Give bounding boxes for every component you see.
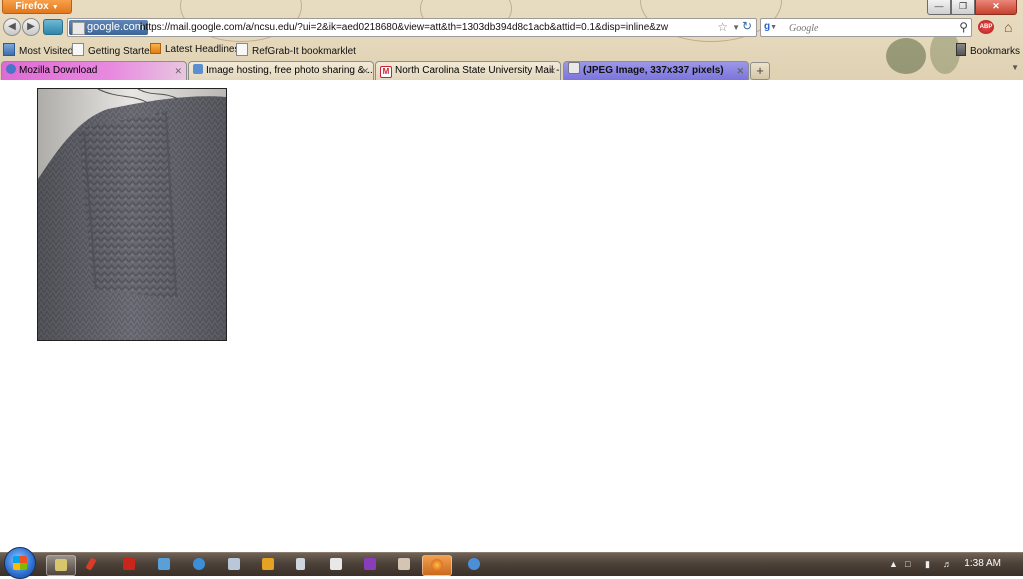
paint-icon: [398, 558, 410, 570]
network-signal-icon[interactable]: ▮: [925, 559, 930, 570]
back-button[interactable]: ◀: [3, 18, 21, 36]
google-icon[interactable]: g▼: [764, 21, 777, 32]
media-player-icon: [262, 558, 274, 570]
taskbar-app-editor[interactable]: [322, 555, 350, 574]
close-icon[interactable]: ✕: [736, 62, 744, 80]
dropbox-icon: [158, 558, 170, 570]
firefox-icon: [431, 559, 443, 571]
reload-icon[interactable]: ↻: [740, 19, 754, 33]
site-identity-label: google.com: [87, 21, 144, 33]
editor-icon: [330, 558, 342, 570]
adblock-label: ABP: [979, 24, 993, 30]
firefox-menu-button[interactable]: Firefox ▼: [2, 0, 72, 14]
search-magnifier-icon[interactable]: ⚲: [959, 19, 968, 35]
windows-logo-icon: [13, 556, 27, 570]
close-window-button[interactable]: ✕: [975, 0, 1017, 15]
taskbar-app-paint[interactable]: [390, 555, 418, 574]
taskbar-dropbox[interactable]: [150, 555, 178, 574]
bookmark-latest-headlines[interactable]: Latest Headlines: [150, 43, 240, 57]
page-icon: [72, 43, 84, 56]
show-hidden-icons-icon[interactable]: ▲: [889, 559, 898, 569]
url-history-dropdown-icon[interactable]: ▼: [732, 20, 740, 35]
windows-taskbar: ▲ □ ▮ ♬ 1:38 AM: [0, 547, 1023, 579]
browser-chrome: Firefox ▼ — ❐ ✕ ◀ ▶ google.com https://ma…: [0, 0, 1023, 80]
taskbar-media-player[interactable]: [254, 555, 282, 574]
tab-ncsu-mail[interactable]: M North Carolina State University Mail - …: [375, 61, 561, 80]
taskbar-onenote[interactable]: [356, 555, 384, 574]
site-favicon-icon: [72, 22, 85, 35]
site-identity-button[interactable]: google.com: [69, 20, 148, 35]
bookmark-label: Getting Started: [88, 46, 156, 57]
bookmark-getting-started[interactable]: Getting Started: [72, 43, 155, 57]
bookmark-refgrab[interactable]: RefGrab-It bookmarklet: [236, 43, 356, 57]
taskbar-explorer[interactable]: [46, 555, 76, 576]
window-controls: — ❐ ✕: [927, 0, 1017, 15]
minimize-button[interactable]: —: [927, 0, 951, 15]
chevron-down-icon: ▼: [51, 4, 59, 11]
bookmark-star-icon[interactable]: ☆: [717, 20, 728, 35]
folder-icon: [55, 559, 67, 571]
new-tab-button[interactable]: +: [750, 62, 770, 80]
image-favicon-icon: [568, 62, 580, 74]
home-icon[interactable]: ⌂: [1004, 19, 1012, 35]
adblock-plus-button[interactable]: ABP: [978, 20, 994, 34]
search-bar[interactable]: g▼ ⚲: [760, 18, 972, 37]
photobucket-favicon-icon: [193, 64, 203, 74]
taskbar-internet-explorer[interactable]: [185, 555, 213, 574]
forward-button[interactable]: ▶: [22, 18, 40, 36]
pushpin-icon: [85, 557, 97, 571]
taskbar-app-document[interactable]: [220, 555, 248, 574]
tab-jpeg-image[interactable]: (JPEG Image, 337x337 pixels) ✕: [563, 61, 749, 80]
tab-label: Image hosting, free photo sharing & ...: [206, 65, 374, 76]
feed-button[interactable]: [43, 19, 63, 35]
gmail-favicon-icon: M: [380, 66, 392, 78]
taskbar-firefox[interactable]: [422, 555, 452, 576]
list-all-tabs-icon[interactable]: ▼: [1011, 63, 1019, 72]
bookmarks-menu-button[interactable]: Bookmarks: [955, 43, 1020, 57]
taskbar-app-pin[interactable]: [80, 555, 108, 574]
url-bar[interactable]: google.com https://mail.google.com/a/ncs…: [67, 18, 757, 37]
page-icon: [236, 43, 248, 56]
internet-explorer-icon: [193, 558, 205, 570]
taskbar-app-notes[interactable]: [288, 555, 316, 574]
knitted-sweater-photo[interactable]: [37, 88, 227, 341]
close-icon[interactable]: ✕: [548, 62, 556, 80]
document-icon: [228, 558, 240, 570]
firefox-menu-label: Firefox: [15, 1, 49, 12]
bookmark-label: Latest Headlines: [165, 44, 240, 55]
notes-icon: [296, 558, 305, 570]
folder-icon: [3, 43, 15, 56]
start-button[interactable]: [4, 547, 36, 579]
tab-label: (JPEG Image, 337x337 pixels): [583, 65, 724, 76]
bookmark-most-visited[interactable]: Most Visited: [3, 43, 73, 57]
volume-icon[interactable]: ♬: [943, 559, 952, 569]
bookmarks-menu-label: Bookmarks: [969, 46, 1020, 57]
sweater-photo-drawing: [38, 89, 226, 340]
bookmarks-icon: [955, 43, 966, 56]
taskbar-acrobat[interactable]: [115, 555, 143, 574]
search-input[interactable]: [787, 20, 951, 36]
tab-image-hosting[interactable]: Image hosting, free photo sharing & ... ✕: [188, 61, 374, 80]
bookmark-label: RefGrab-It bookmarklet: [252, 46, 356, 57]
maximize-button[interactable]: ❐: [951, 0, 975, 15]
bookmarks-toolbar: Most Visited Getting Started Latest Head…: [0, 41, 1023, 58]
tab-strip: Mozilla Download ✕ Image hosting, free ph…: [0, 60, 1023, 80]
acrobat-icon: [123, 558, 135, 570]
close-icon[interactable]: ✕: [361, 62, 369, 80]
bookmark-label: Most Visited: [19, 46, 74, 57]
url-text[interactable]: https://mail.google.com/a/ncsu.edu/?ui=2…: [140, 19, 668, 36]
tab-label: Mozilla Download: [19, 65, 98, 76]
close-icon[interactable]: ✕: [174, 62, 182, 80]
tab-label: North Carolina State University Mail - .…: [395, 65, 561, 76]
mozilla-favicon-icon: [6, 64, 16, 74]
taskbar-app-network[interactable]: [460, 555, 488, 574]
action-center-icon[interactable]: □: [905, 559, 910, 569]
rss-icon: [150, 43, 161, 54]
tab-mozilla-download[interactable]: Mozilla Download ✕: [1, 61, 187, 80]
page-content: [0, 81, 1023, 552]
network-app-icon: [468, 558, 480, 570]
taskbar-clock[interactable]: 1:38 AM: [964, 558, 1001, 569]
onenote-icon: [364, 558, 376, 570]
system-tray: ▲ □ ▮ ♬ 1:38 AM: [883, 553, 1023, 576]
